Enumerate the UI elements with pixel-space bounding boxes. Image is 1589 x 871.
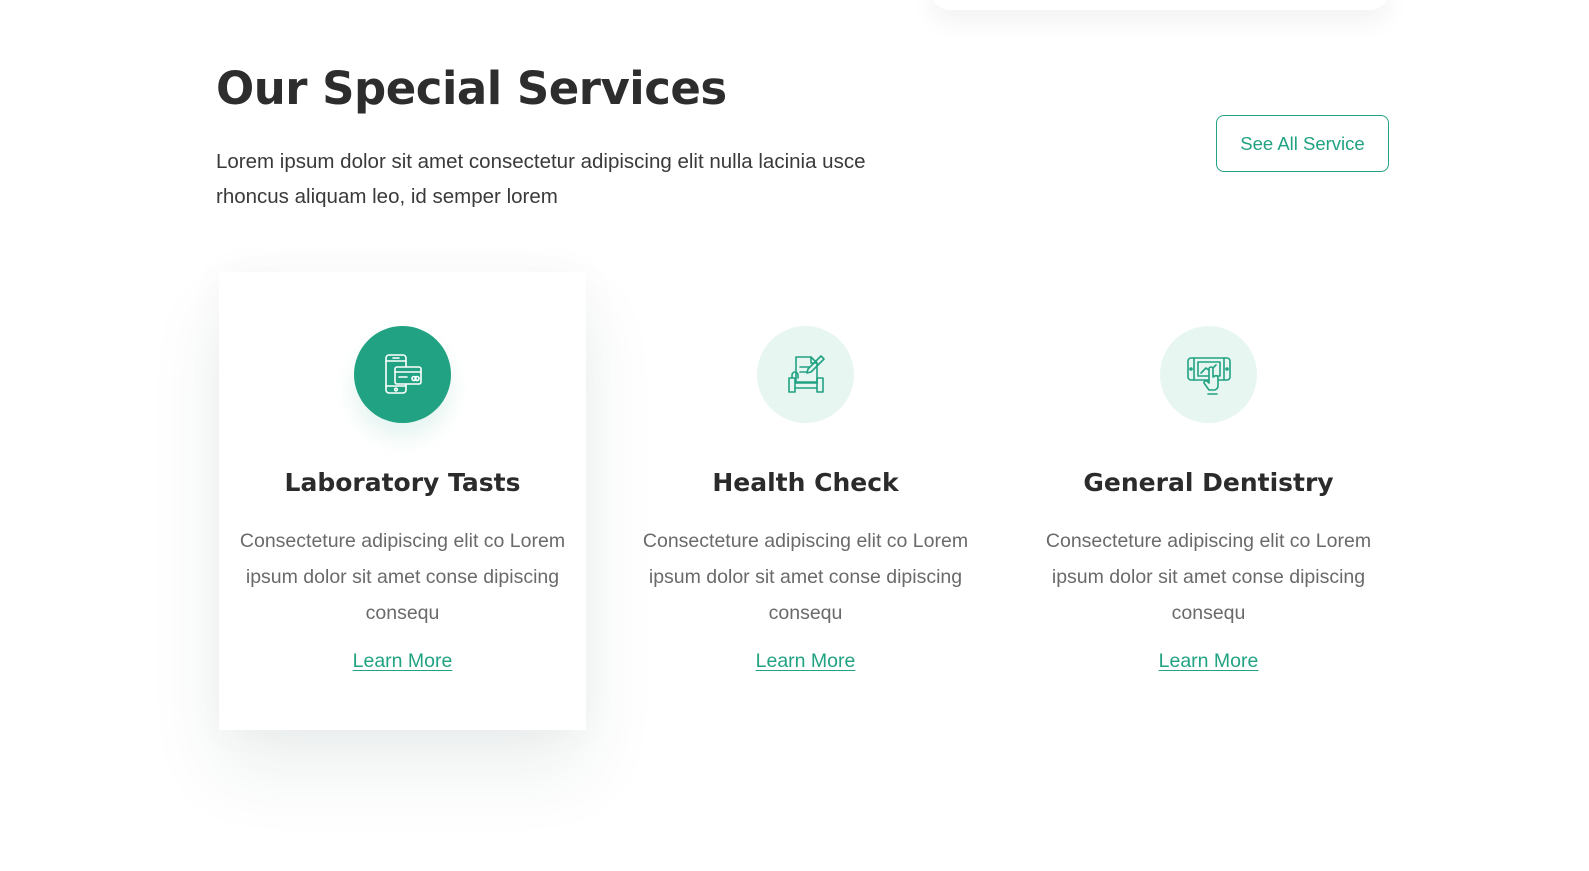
service-card-health-check[interactable]: Health Check Consecteture adipiscing eli… [622, 272, 989, 730]
service-description: Consecteture adipiscing elit co Lorem ip… [1045, 530, 1372, 624]
learn-more-link[interactable]: Learn More [622, 650, 989, 673]
services-section: Our Special Services Lorem ipsum dolor s… [0, 0, 1589, 871]
see-all-service-button[interactable]: See All Service [1216, 115, 1389, 172]
learn-more-link[interactable]: Learn More [219, 650, 586, 673]
service-card-general-dentistry[interactable]: General Dentistry Consecteture adipiscin… [1025, 272, 1392, 730]
service-icon-wrapper [354, 326, 451, 423]
section-description: Lorem ipsum dolor sit amet consectetur a… [216, 150, 866, 208]
service-description: Consecteture adipiscing elit co Lorem ip… [239, 530, 566, 624]
service-icon-wrapper [1160, 326, 1257, 423]
service-icon-wrapper [757, 326, 854, 423]
previous-section-edge [930, 0, 1390, 10]
document-edit-icon [787, 354, 825, 393]
section-title: Our Special Services [216, 62, 727, 115]
service-title: General Dentistry [1083, 468, 1334, 497]
touch-screen-icon [1186, 356, 1231, 395]
service-title: Laboratory Tasts [284, 468, 521, 497]
service-description: Consecteture adipiscing elit co Lorem ip… [642, 530, 969, 624]
service-card-laboratory[interactable]: Laboratory Tasts Consecteture adipiscing… [219, 272, 586, 730]
mobile-payment-icon [384, 353, 422, 394]
service-title: Health Check [712, 468, 899, 497]
learn-more-link[interactable]: Learn More [1025, 650, 1392, 673]
